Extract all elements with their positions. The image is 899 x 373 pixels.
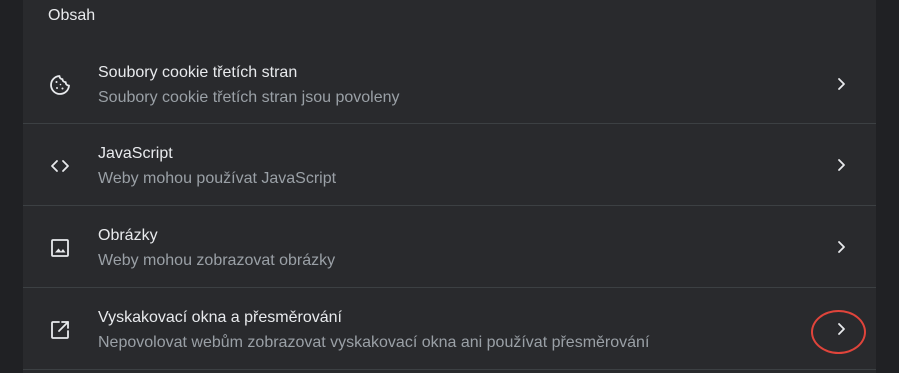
- row-title: Obrázky: [98, 227, 158, 244]
- row-title: Vyskakovací okna a přesměrování: [98, 309, 342, 326]
- chevron-right-icon[interactable]: [831, 74, 851, 94]
- row-subtitle: Soubory cookie třetích stran jsou povole…: [98, 89, 400, 106]
- row-subtitle: Weby mohou zobrazovat obrázky: [98, 252, 336, 269]
- open-in-new-icon: [48, 318, 72, 342]
- chevron-right-icon[interactable]: [831, 237, 851, 257]
- row-title: JavaScript: [98, 145, 173, 162]
- content-settings-card: Obsah Soubory cookie třetích stran Soubo…: [23, 0, 876, 373]
- row-images[interactable]: Obrázky Weby mohou zobrazovat obrázky: [23, 205, 876, 287]
- page: Obsah Soubory cookie třetích stran Soubo…: [0, 0, 899, 373]
- row-title: Soubory cookie třetích stran: [98, 64, 298, 81]
- chevron-right-icon[interactable]: [831, 319, 851, 339]
- image-icon: [48, 236, 72, 260]
- chevron-right-icon[interactable]: [831, 155, 851, 175]
- row-subtitle: Nepovolovat webům zobrazovat vyskakovací…: [98, 334, 650, 351]
- section-title: Obsah: [48, 7, 96, 24]
- cookie-icon: [48, 73, 72, 97]
- row-javascript[interactable]: JavaScript Weby mohou používat JavaScrip…: [23, 123, 876, 205]
- row-popups-redirects[interactable]: Vyskakovací okna a přesměrování Nepovolo…: [23, 287, 876, 369]
- row-subtitle: Weby mohou používat JavaScript: [98, 170, 337, 187]
- divider: [23, 369, 876, 373]
- code-icon: [48, 154, 72, 178]
- row-third-party-cookies[interactable]: Soubory cookie třetích stran Soubory coo…: [23, 43, 876, 124]
